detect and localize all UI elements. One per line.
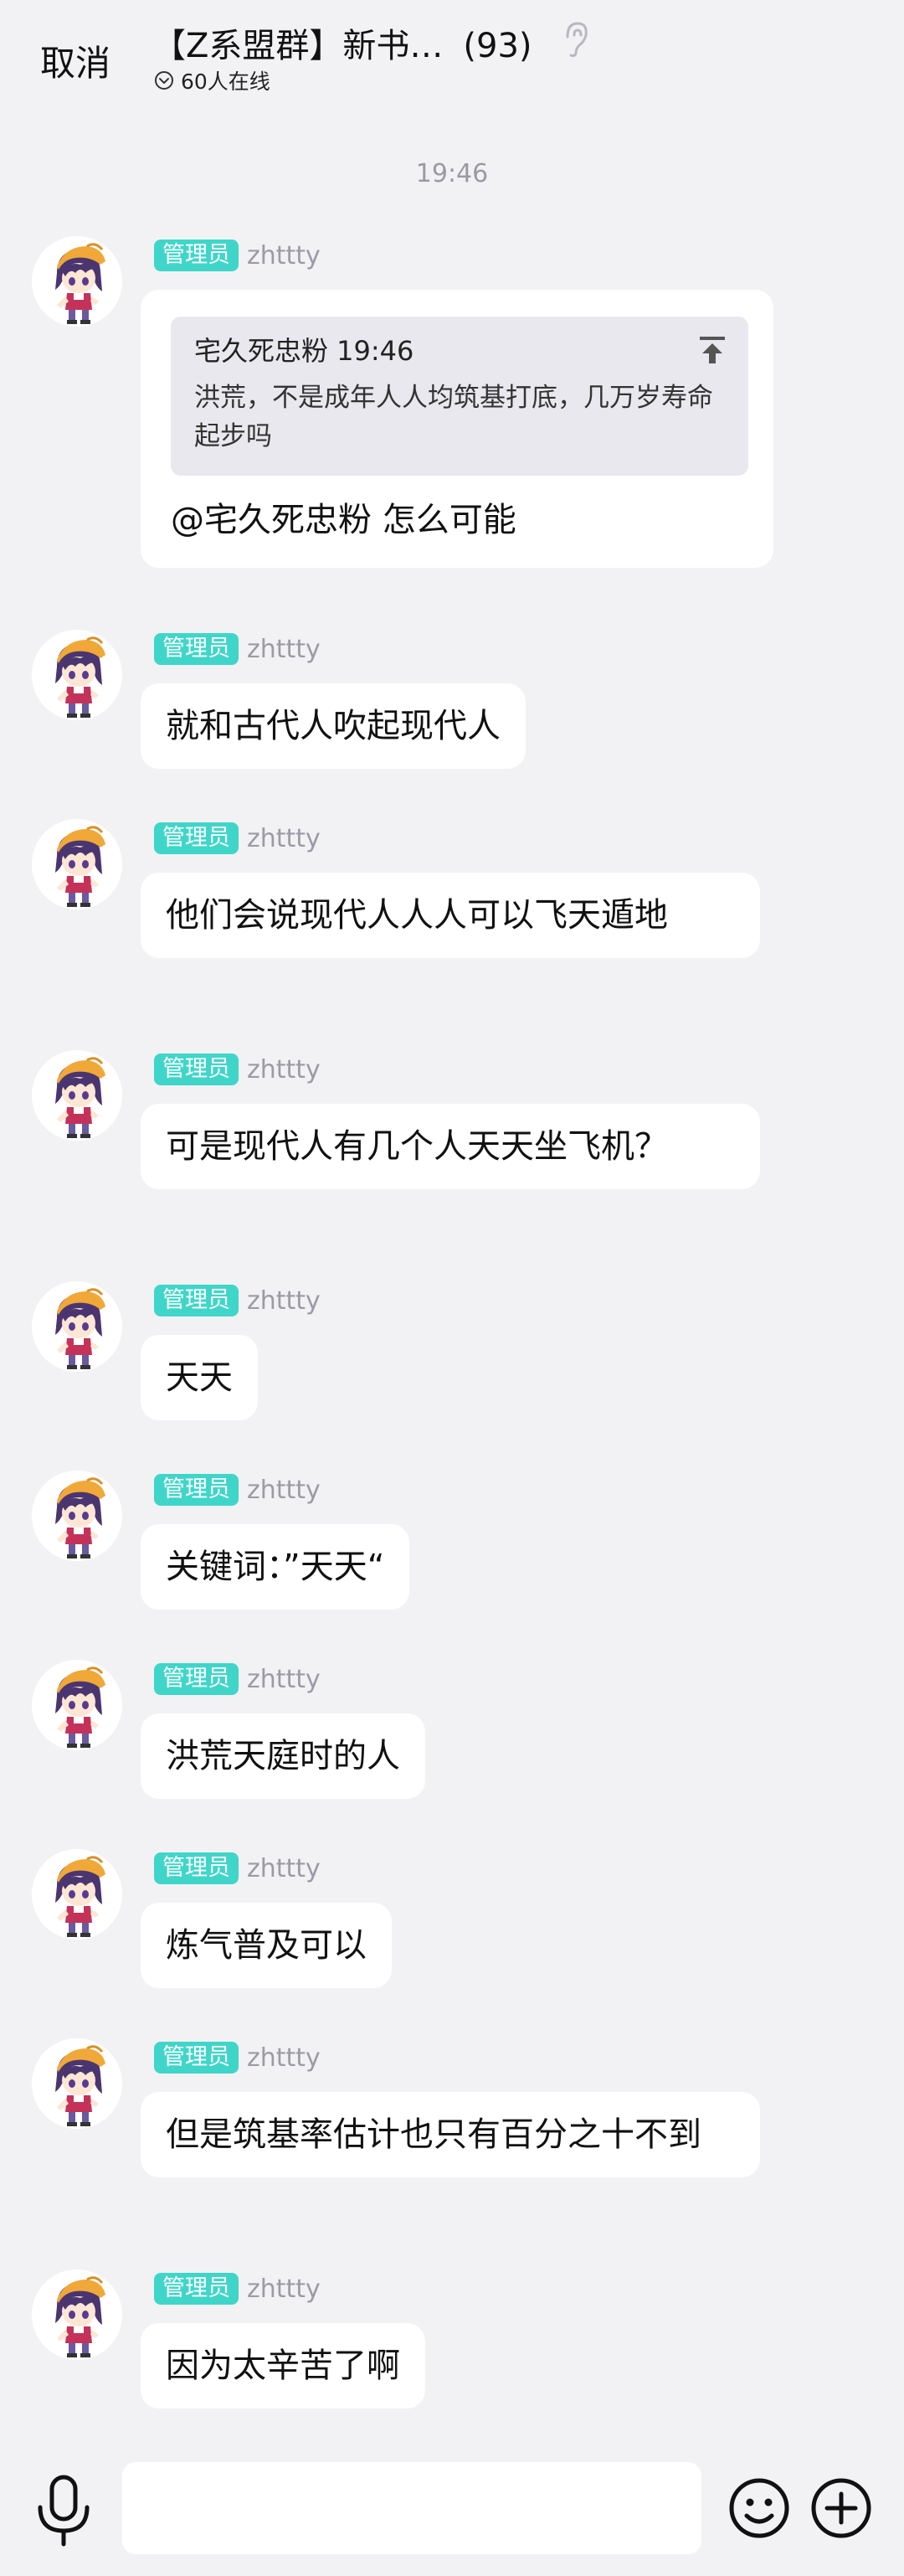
sender-name[interactable]: zhttty bbox=[247, 241, 321, 270]
sender-meta: 管理员 zhttty bbox=[154, 1474, 321, 1506]
sender-name[interactable]: zhttty bbox=[247, 635, 321, 664]
emoji-icon[interactable] bbox=[728, 2477, 790, 2539]
input-bar bbox=[0, 2437, 904, 2576]
message-text: 可是现代人有几个人天天坐飞机？ bbox=[166, 1127, 668, 1166]
message-timestamp: 19:46 bbox=[415, 159, 489, 188]
quote-header: 宅久死忠粉 19:46 bbox=[194, 335, 414, 367]
online-status[interactable]: 60人在线 bbox=[154, 65, 270, 95]
sender-meta: 管理员 zhttty bbox=[154, 1852, 321, 1884]
sender-meta: 管理员 zhttty bbox=[154, 2042, 321, 2074]
admin-badge: 管理员 bbox=[154, 822, 239, 854]
message-text: 因为太辛苦了啊 bbox=[166, 2347, 400, 2385]
admin-badge: 管理员 bbox=[154, 1474, 239, 1506]
admin-badge: 管理员 bbox=[154, 633, 239, 665]
message-bubble[interactable]: 炼气普及可以 bbox=[141, 1903, 392, 1988]
cancel-button[interactable]: 取消 bbox=[40, 35, 110, 86]
sender-meta: 管理员 zhttty bbox=[154, 633, 321, 665]
message-bubble[interactable]: 宅久死忠粉 19:46 洪荒，不是成年人人均筑基打底，几万岁寿命起步吗 @宅久死… bbox=[141, 290, 773, 568]
message-text: 他们会说现代人人人可以飞天遁地 bbox=[166, 896, 668, 935]
avatar[interactable] bbox=[32, 819, 122, 909]
chat-header: 取消 【Z系盟群】新书… (93) 60人在线 bbox=[0, 0, 904, 117]
sender-name[interactable]: zhttty bbox=[247, 1055, 321, 1084]
message-bubble[interactable]: 但是筑基率估计也只有百分之十不到 bbox=[141, 2092, 760, 2177]
message-bubble[interactable]: 就和古代人吹起现代人 bbox=[141, 683, 526, 769]
avatar[interactable] bbox=[32, 1660, 122, 1750]
message-input[interactable] bbox=[122, 2462, 701, 2554]
sender-name[interactable]: zhttty bbox=[247, 1854, 321, 1883]
plus-icon[interactable] bbox=[810, 2477, 872, 2539]
group-title[interactable]: 【Z系盟群】新书… (93) bbox=[152, 18, 532, 67]
admin-badge: 管理员 bbox=[154, 1852, 239, 1884]
message-bubble[interactable]: 关键词：”天天“ bbox=[141, 1524, 410, 1610]
message-text: @宅久死忠粉 怎么可能 bbox=[171, 501, 516, 539]
avatar[interactable] bbox=[32, 1849, 122, 1940]
avatar[interactable] bbox=[32, 1471, 122, 1561]
message-text: 炼气普及可以 bbox=[166, 1926, 367, 1965]
message-text: 天天 bbox=[166, 1358, 233, 1397]
message-text: 就和古代人吹起现代人 bbox=[166, 707, 501, 745]
sender-name[interactable]: zhttty bbox=[247, 1476, 321, 1505]
group-name: 【Z系盟群】新书… bbox=[152, 27, 444, 65]
sender-name[interactable]: zhttty bbox=[247, 824, 321, 853]
jump-to-top-icon[interactable] bbox=[698, 335, 727, 365]
message-bubble[interactable]: 天天 bbox=[141, 1335, 258, 1420]
avatar[interactable] bbox=[32, 1050, 122, 1141]
admin-badge: 管理员 bbox=[154, 2042, 239, 2074]
message-bubble[interactable]: 因为太辛苦了啊 bbox=[141, 2323, 425, 2409]
avatar[interactable] bbox=[32, 236, 122, 327]
admin-badge: 管理员 bbox=[154, 240, 239, 271]
quoted-message[interactable]: 宅久死忠粉 19:46 洪荒，不是成年人人均筑基打底，几万岁寿命起步吗 bbox=[171, 317, 748, 476]
sender-meta: 管理员 zhttty bbox=[154, 240, 321, 271]
sender-name[interactable]: zhttty bbox=[247, 2043, 321, 2073]
message-text: 关键词：”天天“ bbox=[166, 1548, 385, 1586]
admin-badge: 管理员 bbox=[154, 1285, 239, 1316]
admin-badge: 管理员 bbox=[154, 1663, 239, 1695]
sender-meta: 管理员 zhttty bbox=[154, 1663, 321, 1695]
online-count: 60人在线 bbox=[181, 70, 270, 94]
avatar[interactable] bbox=[32, 2038, 122, 2129]
message-bubble[interactable]: 可是现代人有几个人天天坐飞机？ bbox=[141, 1104, 760, 1189]
sender-name[interactable]: zhttty bbox=[247, 1286, 321, 1316]
admin-badge: 管理员 bbox=[154, 1054, 239, 1085]
sender-meta: 管理员 zhttty bbox=[154, 2273, 321, 2305]
sender-meta: 管理员 zhttty bbox=[154, 1285, 321, 1316]
message-text: 但是筑基率估计也只有百分之十不到 bbox=[166, 2115, 701, 2154]
member-count: (93) bbox=[463, 27, 532, 65]
avatar[interactable] bbox=[32, 2269, 122, 2360]
message-bubble[interactable]: 洪荒天庭时的人 bbox=[141, 1713, 425, 1799]
chevron-down-icon bbox=[155, 71, 173, 90]
message-text: 洪荒天庭时的人 bbox=[166, 1737, 400, 1775]
quote-text: 洪荒，不是成年人人均筑基打底，几万岁寿命起步吗 bbox=[194, 383, 713, 451]
ear-icon[interactable] bbox=[559, 18, 593, 59]
sender-name[interactable]: zhttty bbox=[247, 2275, 321, 2304]
sender-meta: 管理员 zhttty bbox=[154, 822, 321, 854]
message-bubble[interactable]: 他们会说现代人人人可以飞天遁地 bbox=[141, 873, 760, 958]
admin-badge: 管理员 bbox=[154, 2273, 239, 2305]
avatar[interactable] bbox=[32, 630, 122, 720]
sender-name[interactable]: zhttty bbox=[247, 1665, 321, 1694]
microphone-icon[interactable] bbox=[33, 2474, 94, 2548]
avatar[interactable] bbox=[32, 1281, 122, 1372]
sender-meta: 管理员 zhttty bbox=[154, 1054, 321, 1085]
